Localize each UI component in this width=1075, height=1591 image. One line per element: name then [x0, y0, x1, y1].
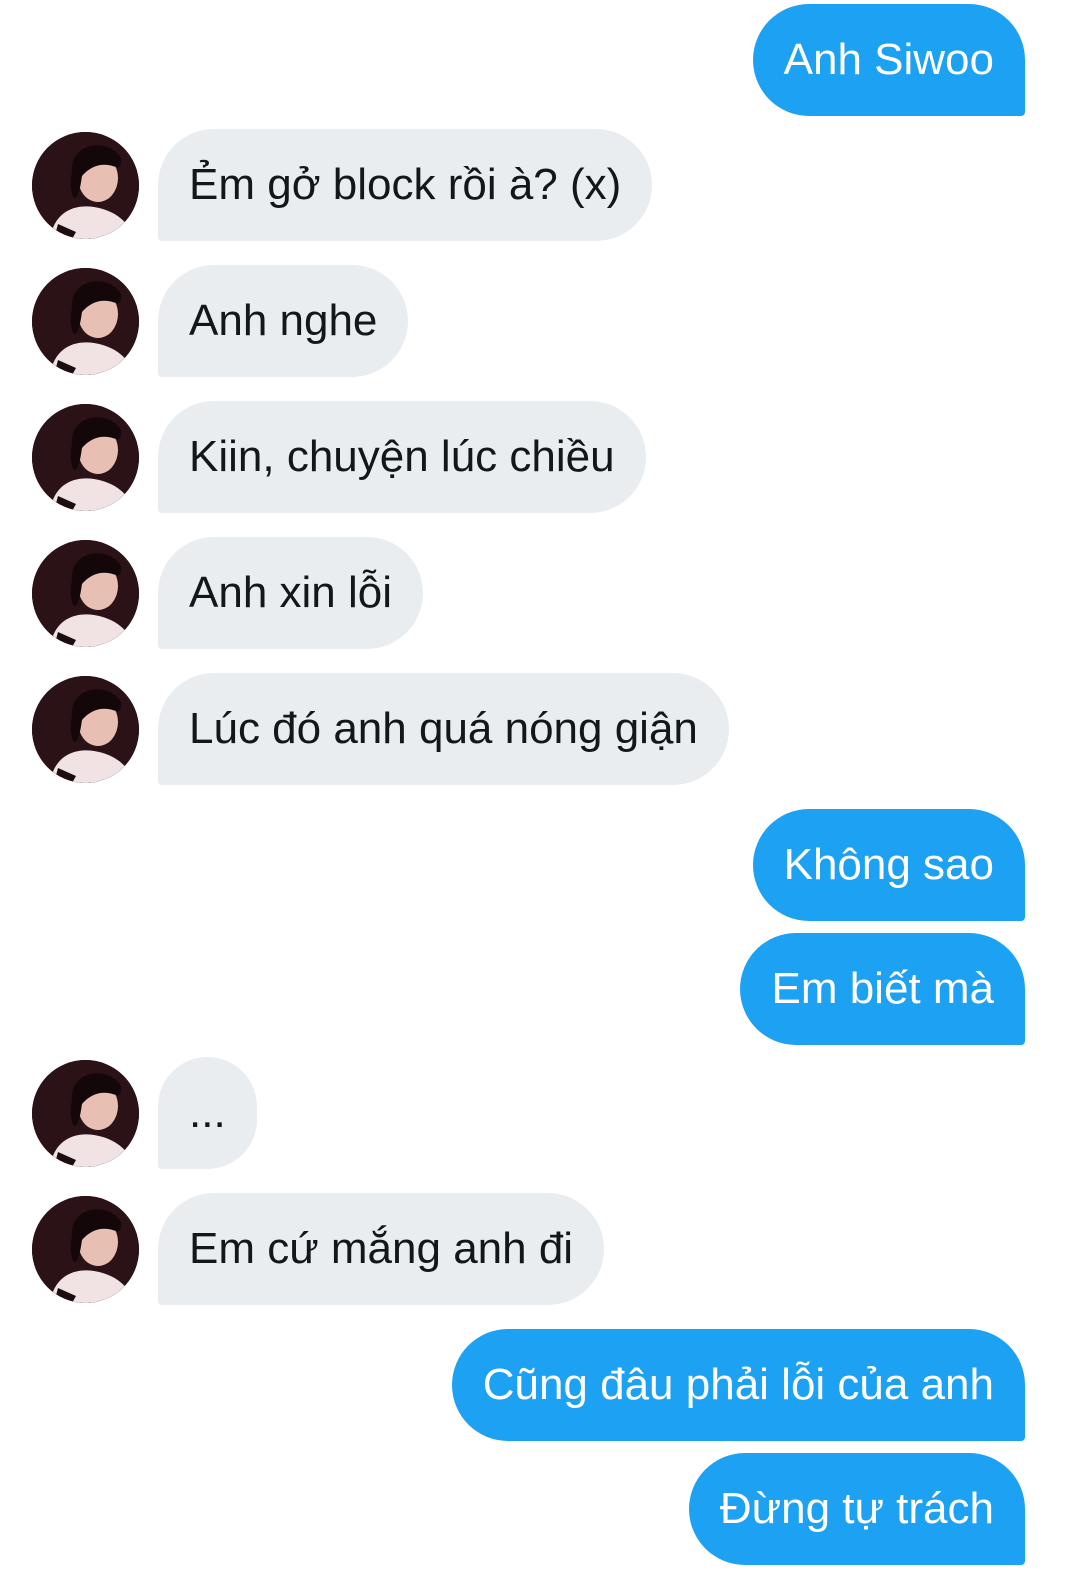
message-row-received: Em cứ mắng anh đi [0, 1193, 1075, 1305]
contact-avatar[interactable] [32, 268, 139, 375]
received-message-bubble[interactable]: Kiin, chuyện lúc chiều [158, 401, 646, 513]
message-row-sent: Cũng đâu phải lỗi của anh [0, 1329, 1075, 1441]
contact-avatar[interactable] [32, 540, 139, 647]
message-row-received: ... [0, 1057, 1075, 1169]
contact-avatar[interactable] [32, 132, 139, 239]
contact-avatar[interactable] [32, 404, 139, 511]
contact-avatar[interactable] [32, 676, 139, 783]
received-message-bubble[interactable]: Anh xin lỗi [158, 537, 424, 649]
received-message-bubble[interactable]: ... [158, 1057, 257, 1169]
message-row-sent: Anh Siwoo [0, 4, 1075, 116]
received-message-bubble[interactable]: Lúc đó anh quá nóng giận [158, 673, 729, 785]
message-row-received: Lúc đó anh quá nóng giận [0, 673, 1075, 785]
message-row-sent: Đừng tự trách [0, 1453, 1075, 1565]
received-message-bubble[interactable]: Ẻm gở block rồi à? (x) [158, 129, 653, 241]
message-row-received: Anh nghe [0, 265, 1075, 377]
sent-message-bubble[interactable]: Đừng tự trách [688, 1453, 1025, 1565]
message-row-received: Kiin, chuyện lúc chiều [0, 401, 1075, 513]
sent-message-bubble[interactable]: Em biết mà [740, 933, 1025, 1045]
sent-message-bubble[interactable]: Cũng đâu phải lỗi của anh [451, 1329, 1025, 1441]
sent-message-bubble[interactable]: Anh Siwoo [752, 4, 1025, 116]
message-row-received: Anh xin lỗi [0, 537, 1075, 649]
message-row-received: Ẻm gở block rồi à? (x) [0, 129, 1075, 241]
message-row-sent: Em biết mà [0, 933, 1075, 1045]
received-message-bubble[interactable]: Anh nghe [158, 265, 409, 377]
sent-message-bubble[interactable]: Không sao [752, 809, 1025, 921]
conversation-thread: Anh Siwoo Ẻm gở block rồi à? (x) Anh ngh… [0, 0, 1075, 1591]
contact-avatar[interactable] [32, 1060, 139, 1167]
contact-avatar[interactable] [32, 1196, 139, 1303]
received-message-bubble[interactable]: Em cứ mắng anh đi [158, 1193, 605, 1305]
message-row-sent: Không sao [0, 809, 1075, 921]
